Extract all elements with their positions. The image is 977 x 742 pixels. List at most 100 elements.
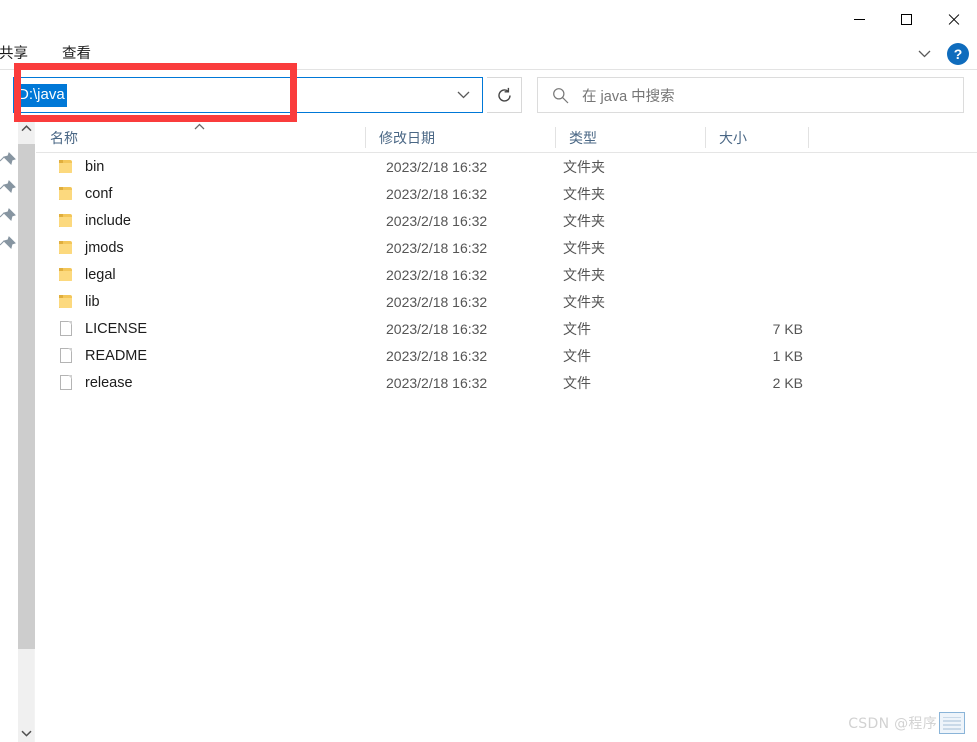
file-name-cell: bin [58, 153, 104, 180]
file-name-cell: lib [58, 288, 100, 315]
file-type-cell: 文件 [563, 320, 591, 337]
column-header-size[interactable]: 大小 [705, 122, 808, 153]
search-placeholder: 在 java 中搜索 [582, 88, 675, 105]
file-name-cell: conf [58, 180, 112, 207]
folder-icon [58, 185, 74, 202]
sort-ascending-icon [192, 123, 206, 133]
file-size-cell: 2 KB [772, 374, 803, 391]
folder-icon [58, 212, 74, 229]
file-name-cell: README [58, 342, 147, 369]
watermark-logo-icon [939, 712, 965, 734]
file-date-cell: 2023/2/18 16:32 [386, 293, 488, 310]
folder-icon [58, 293, 74, 310]
minimize-button[interactable] [836, 0, 883, 38]
address-bar[interactable]: D:\java [13, 77, 483, 113]
file-size-cell [708, 234, 803, 261]
folder-icon [58, 239, 74, 256]
file-name-cell: legal [58, 261, 116, 288]
file-type-cell: 文件 [563, 374, 591, 391]
scroll-down-button[interactable] [18, 724, 35, 742]
file-name-cell: release [58, 369, 133, 396]
title-bar [0, 0, 977, 38]
file-row[interactable]: bin 2023/2/18 16:32 文件夹 [36, 153, 977, 180]
column-header-date-modified[interactable]: 修改日期 [365, 122, 555, 153]
pin-icon [0, 180, 16, 196]
file-date-cell: 2023/2/18 16:32 [386, 374, 488, 391]
file-size-cell: 7 KB [772, 320, 803, 337]
search-icon [552, 87, 568, 103]
column-divider[interactable] [808, 127, 809, 148]
file-name-label: include [85, 212, 131, 229]
file-row[interactable]: LICENSE 2023/2/18 16:32 文件 7 KB [36, 315, 977, 342]
file-name-label: LICENSE [85, 320, 148, 337]
navigation-bar: D:\java 在 java 中搜索 [0, 71, 977, 119]
tab-view[interactable]: 查看 [45, 38, 108, 70]
file-name-cell: LICENSE [58, 315, 147, 342]
refresh-button[interactable] [487, 77, 522, 113]
file-type-cell: 文件夹 [563, 239, 605, 256]
chevron-down-icon [457, 91, 469, 99]
file-date-cell: 2023/2/18 16:32 [386, 239, 488, 256]
file-size-cell [708, 180, 803, 207]
pin-icon [0, 152, 16, 168]
file-icon [58, 374, 74, 391]
file-name-label: lib [85, 293, 100, 310]
watermark-text: CSDN @程序 [848, 716, 937, 732]
search-box[interactable]: 在 java 中搜索 [537, 77, 964, 113]
ribbon-tab-bar: 共享 查看 ? [0, 38, 977, 70]
pin-icon [0, 236, 16, 252]
file-type-cell: 文件夹 [563, 293, 605, 310]
file-row[interactable]: conf 2023/2/18 16:32 文件夹 [36, 180, 977, 207]
file-date-cell: 2023/2/18 16:32 [386, 320, 488, 337]
navigation-pane [0, 119, 18, 742]
file-row[interactable]: release 2023/2/18 16:32 文件 2 KB [36, 369, 977, 396]
file-type-cell: 文件夹 [563, 158, 605, 175]
file-icon [58, 347, 74, 364]
search-icon-wrapper [538, 87, 582, 104]
file-type-cell: 文件夹 [563, 266, 605, 283]
expand-ribbon-button[interactable] [911, 41, 937, 67]
file-date-cell: 2023/2/18 16:32 [386, 347, 488, 364]
file-name-cell: jmods [58, 234, 124, 261]
file-row[interactable]: legal 2023/2/18 16:32 文件夹 [36, 261, 977, 288]
file-size-cell [708, 153, 803, 180]
file-size-cell [708, 261, 803, 288]
column-header-row: 名称 修改日期 类型 大小 [36, 122, 977, 153]
file-explorer-window: 共享 查看 ? D:\java 在 java 中搜索 名称 修改日期 类型 大小… [0, 0, 977, 742]
maximize-icon [901, 13, 912, 25]
file-row[interactable]: README 2023/2/18 16:32 文件 1 KB [36, 342, 977, 369]
close-icon [947, 13, 960, 26]
close-button[interactable] [930, 0, 977, 38]
file-type-cell: 文件 [563, 347, 591, 364]
scroll-up-button[interactable] [18, 119, 35, 137]
watermark: CSDN @程序 [848, 712, 965, 734]
file-date-cell: 2023/2/18 16:32 [386, 266, 488, 283]
file-date-cell: 2023/2/18 16:32 [386, 158, 488, 175]
address-bar-dropdown-button[interactable] [452, 84, 474, 106]
file-row[interactable]: include 2023/2/18 16:32 文件夹 [36, 207, 977, 234]
file-size-cell [708, 207, 803, 234]
scrollbar-thumb[interactable] [18, 144, 35, 649]
maximize-button[interactable] [883, 0, 930, 38]
pin-icon [0, 208, 16, 224]
file-type-cell: 文件夹 [563, 185, 605, 202]
help-button[interactable]: ? [947, 43, 969, 65]
window-controls [836, 0, 977, 38]
file-row[interactable]: jmods 2023/2/18 16:32 文件夹 [36, 234, 977, 261]
file-date-cell: 2023/2/18 16:32 [386, 185, 488, 202]
tab-share[interactable]: 共享 [0, 38, 45, 70]
file-name-label: jmods [85, 239, 124, 256]
file-row[interactable]: lib 2023/2/18 16:32 文件夹 [36, 288, 977, 315]
file-name-label: README [85, 347, 148, 364]
ribbon-divider [0, 69, 977, 70]
navigation-pane-scrollbar[interactable] [18, 119, 35, 742]
chevron-up-icon [21, 124, 32, 131]
file-size-cell: 1 KB [772, 347, 803, 364]
file-type-cell: 文件夹 [563, 212, 605, 229]
column-header-type[interactable]: 类型 [555, 122, 705, 153]
folder-icon [58, 158, 74, 175]
chevron-down-icon [21, 730, 32, 737]
help-icon: ? [953, 46, 963, 62]
file-name-cell: include [58, 207, 131, 234]
minimize-icon [854, 18, 865, 20]
